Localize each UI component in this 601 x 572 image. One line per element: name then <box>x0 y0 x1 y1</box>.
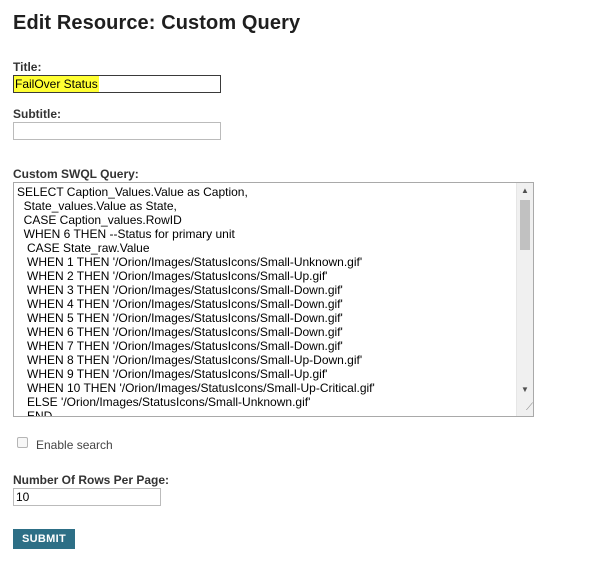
title-input-value: FailOver Status <box>14 76 99 92</box>
subtitle-label: Subtitle: <box>13 107 61 121</box>
title-input[interactable]: FailOver Status <box>13 75 221 93</box>
query-line: WHEN 1 THEN '/Orion/Images/StatusIcons/S… <box>17 255 363 269</box>
query-line: SELECT Caption_Values.Value as Caption, <box>17 185 248 199</box>
custom-query-textarea[interactable]: SELECT Caption_Values.Value as Caption, … <box>13 182 534 417</box>
query-line: WHEN 2 THEN '/Orion/Images/StatusIcons/S… <box>17 269 328 283</box>
query-line: WHEN 3 THEN '/Orion/Images/StatusIcons/S… <box>17 283 343 297</box>
query-line: WHEN 9 THEN '/Orion/Images/StatusIcons/S… <box>17 367 328 381</box>
query-line: WHEN 8 THEN '/Orion/Images/StatusIcons/S… <box>17 353 363 367</box>
page-title: Edit Resource: Custom Query <box>13 12 301 34</box>
query-line: WHEN 6 THEN '/Orion/Images/StatusIcons/S… <box>17 325 343 339</box>
rows-per-page-label: Number Of Rows Per Page: <box>13 473 170 487</box>
query-label: Custom SWQL Query: <box>13 167 139 181</box>
query-line: CASE Caption_values.RowID <box>17 213 182 227</box>
query-line: WHEN 10 THEN '/Orion/Images/StatusIcons/… <box>17 381 375 395</box>
query-scrollbar[interactable]: ▲ ▼ <box>516 183 533 416</box>
enable-search-checkbox[interactable] <box>17 437 28 448</box>
rows-per-page-input[interactable]: 10 <box>13 488 161 506</box>
enable-search-label[interactable]: Enable search <box>36 438 113 452</box>
title-label: Title: <box>13 60 42 74</box>
scroll-up-icon[interactable]: ▲ <box>517 183 533 199</box>
query-line: END <box>17 409 53 417</box>
scroll-thumb[interactable] <box>520 200 530 250</box>
query-text: SELECT Caption_Values.Value as Caption, … <box>17 185 516 417</box>
query-line: WHEN 4 THEN '/Orion/Images/StatusIcons/S… <box>17 297 343 311</box>
query-line: WHEN 5 THEN '/Orion/Images/StatusIcons/S… <box>17 311 343 325</box>
query-line: WHEN 6 THEN --Status for primary unit <box>17 227 235 241</box>
resize-grip-icon[interactable]: ⟋ <box>517 400 533 416</box>
subtitle-input[interactable] <box>13 122 221 140</box>
scroll-down-icon[interactable]: ▼ <box>517 382 533 398</box>
submit-button[interactable]: SUBMIT <box>13 529 75 549</box>
query-line: State_values.Value as State, <box>17 199 177 213</box>
query-line: WHEN 7 THEN '/Orion/Images/StatusIcons/S… <box>17 339 343 353</box>
query-line: ELSE '/Orion/Images/StatusIcons/Small-Un… <box>17 395 311 409</box>
query-line: CASE State_raw.Value <box>17 241 150 255</box>
